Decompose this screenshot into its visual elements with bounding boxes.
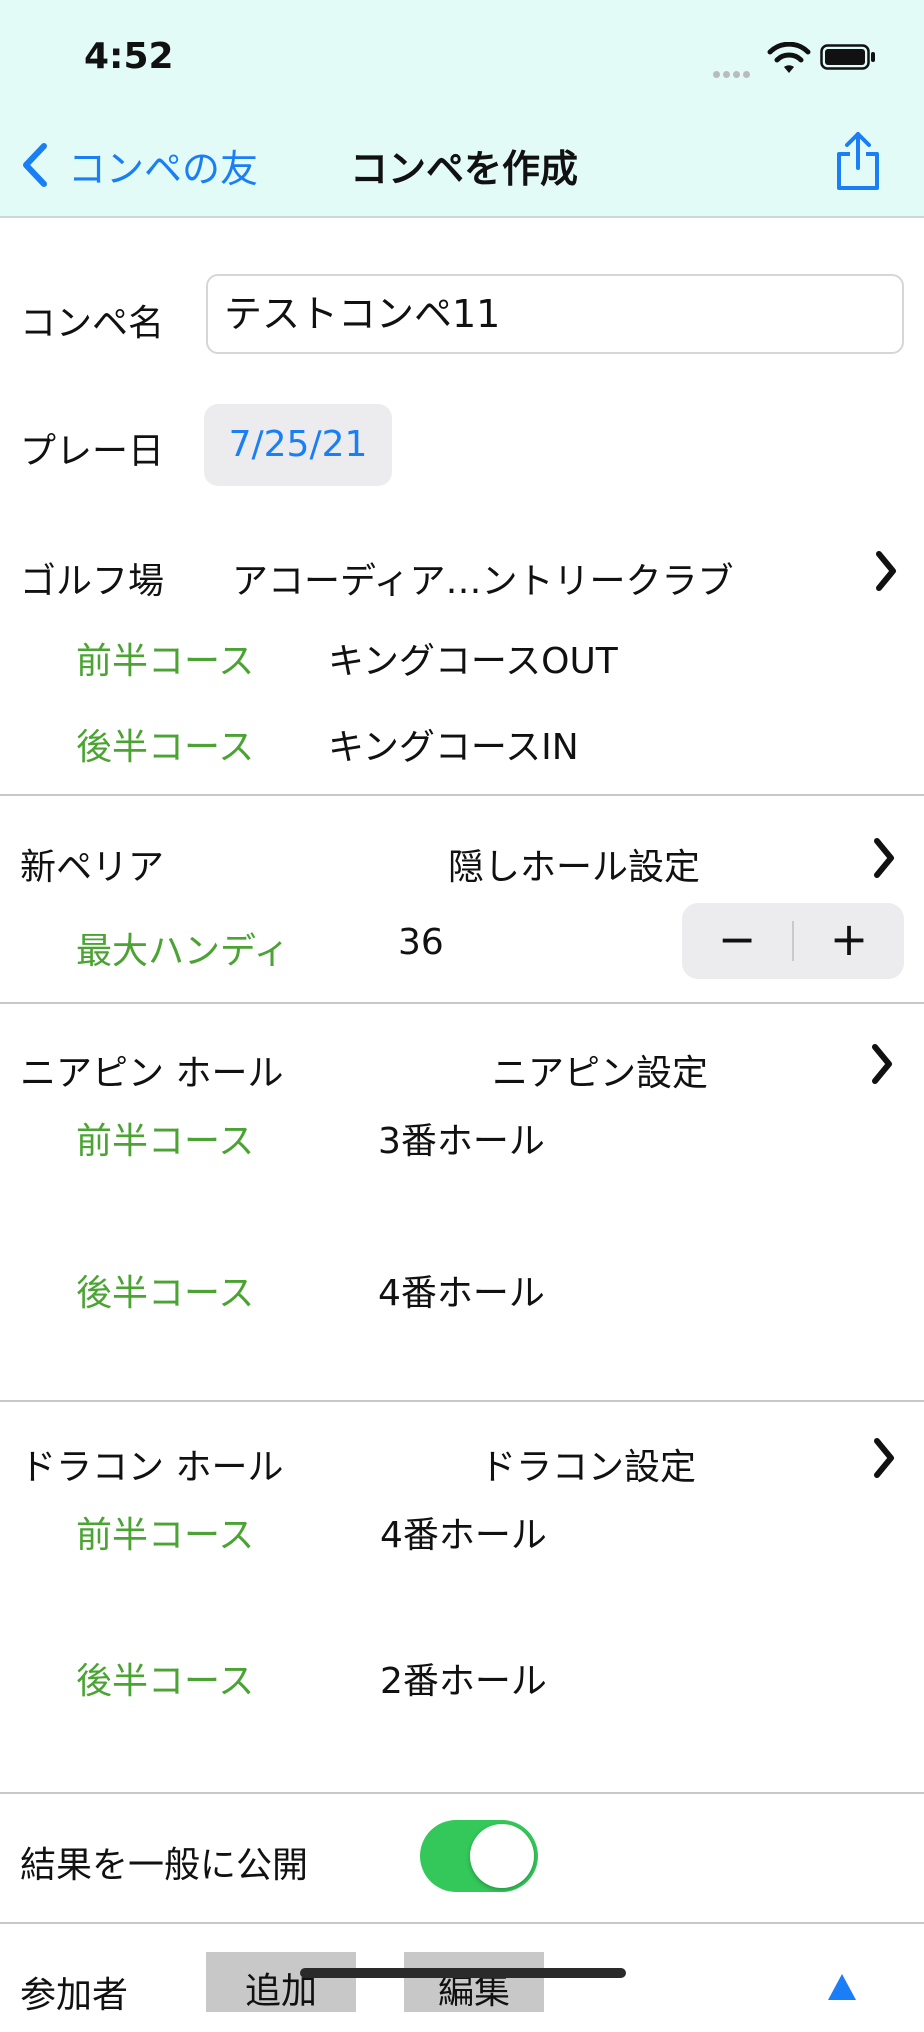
nearpin-settings-link[interactable]: ニアピン設定 (492, 1044, 708, 1096)
back-button[interactable]: コンペの友 (68, 138, 258, 193)
drive-back-value: 2番ホール (380, 1661, 547, 1702)
competition-name-input[interactable]: テストコンペ11 (206, 274, 904, 354)
page-title: コンペを作成 (350, 147, 579, 191)
home-indicator (300, 1968, 626, 1978)
up-arrow-icon[interactable] (826, 1972, 858, 2000)
section-divider (0, 1002, 924, 1004)
max-handicap-value: 36 (398, 922, 444, 963)
peria-label: 新ペリア (20, 847, 165, 888)
back-chevron-icon[interactable] (18, 140, 52, 190)
hidden-hole-settings-link[interactable]: 隠しホール設定 (448, 838, 700, 890)
golf-course-label: ゴルフ場 (20, 561, 165, 602)
drive-front-value: 4番ホール (380, 1515, 547, 1556)
nearpin-front-label: 前半コース (76, 1121, 255, 1162)
increment-button[interactable]: + (794, 903, 904, 979)
back-course-label: 後半コース (76, 727, 255, 768)
edit-participants-button[interactable]: 編集 (404, 1952, 544, 2012)
section-divider (0, 1400, 924, 1402)
nearpin-back-label: 後半コース (76, 1273, 255, 1314)
battery-icon (820, 44, 875, 70)
chevron-right-icon[interactable] (870, 1435, 898, 1481)
section-divider (0, 1922, 924, 1924)
back-course-value: キングコースIN (328, 727, 579, 768)
max-handicap-stepper[interactable]: − + (682, 903, 904, 979)
competition-name-label: コンペ名 (20, 303, 165, 344)
drive-settings-link[interactable]: ドラコン設定 (480, 1438, 696, 1490)
play-date-label: プレー日 (20, 431, 165, 472)
nearpin-hole-label: ニアピン ホール (20, 1053, 284, 1094)
decrement-button[interactable]: − (682, 903, 792, 979)
cellular-signal-icon (713, 63, 757, 78)
section-divider (0, 794, 924, 796)
nearpin-back-value: 4番ホール (378, 1273, 545, 1314)
chevron-right-icon[interactable] (870, 835, 898, 881)
section-divider (0, 1792, 924, 1794)
add-participant-button[interactable]: 追加 (206, 1952, 356, 2012)
chevron-right-icon[interactable] (872, 548, 900, 594)
drive-back-label: 後半コース (76, 1661, 255, 1702)
max-handicap-label: 最大ハンディ (76, 931, 290, 972)
participants-label: 参加者 (20, 1975, 129, 2016)
publish-results-label: 結果を一般に公開 (20, 1845, 309, 1886)
wifi-icon (767, 42, 811, 73)
front-course-value: キングコースOUT (328, 641, 618, 682)
drive-front-label: 前半コース (76, 1515, 255, 1556)
chevron-right-icon[interactable] (868, 1041, 896, 1087)
play-date-picker[interactable]: 7/25/21 (204, 404, 392, 486)
nearpin-front-value: 3番ホール (378, 1121, 545, 1162)
drive-hole-label: ドラコン ホール (20, 1447, 284, 1488)
golf-course-value[interactable]: アコーディア…ントリークラブ (232, 552, 733, 604)
toggle-knob (470, 1824, 534, 1888)
front-course-label: 前半コース (76, 641, 255, 682)
share-icon[interactable] (833, 130, 883, 192)
publish-results-toggle[interactable] (420, 1820, 538, 1892)
status-time: 4:52 (84, 36, 174, 77)
